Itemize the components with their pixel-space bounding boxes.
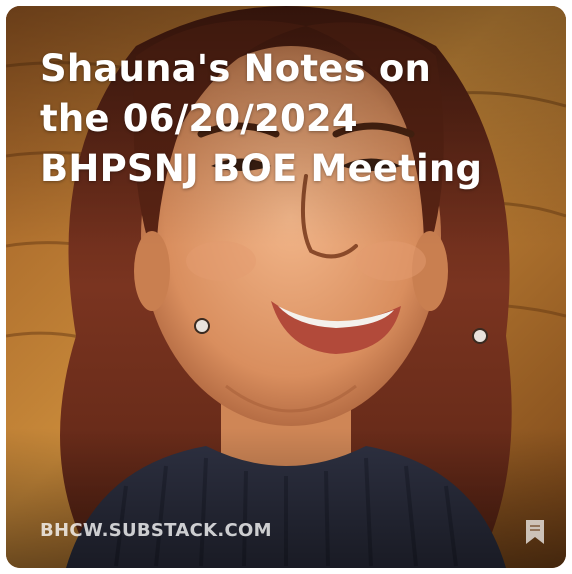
post-title-line: BHPSNJ BOE Meeting: [40, 147, 483, 190]
footer-scrim: [6, 428, 566, 568]
post-title[interactable]: Shauna's Notes on the 06/20/2024 BHPSNJ …: [40, 44, 540, 194]
post-title-line: the 06/20/2024: [40, 97, 358, 140]
post-title-line: Shauna's Notes on: [40, 47, 432, 90]
bookmark-icon[interactable]: [524, 519, 546, 545]
source-domain-link[interactable]: BHCW.SUBSTACK.COM: [40, 520, 272, 541]
link-preview-card[interactable]: Shauna's Notes on the 06/20/2024 BHPSNJ …: [6, 6, 566, 568]
